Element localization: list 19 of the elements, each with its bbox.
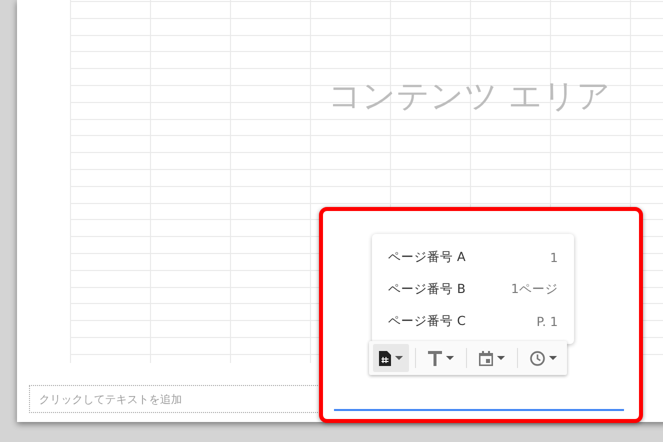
caret-icon (549, 356, 557, 360)
calendar-icon (479, 350, 493, 366)
content-area-label: コンテンツ エリア (328, 75, 610, 117)
text-icon (428, 350, 442, 366)
menu-item[interactable]: ページ番号 C P. 1 (372, 305, 574, 337)
caret-icon (446, 356, 454, 360)
menu-item-example: 1ページ (511, 280, 558, 298)
caret-icon (395, 356, 403, 360)
menu-item-label: ページ番号 B (388, 280, 466, 298)
menu-item-example: P. 1 (536, 314, 558, 328)
clock-icon (530, 350, 545, 366)
menu-item-label: ページ番号 C (388, 312, 466, 330)
menu-item-example: 1 (550, 250, 558, 264)
page-number-button[interactable] (373, 344, 409, 372)
menu-item-label: ページ番号 A (388, 248, 466, 266)
page-number-icon (379, 350, 391, 366)
menu-item[interactable]: ページ番号 A 1 (372, 241, 574, 273)
menu-item[interactable]: ページ番号 B 1ページ (372, 273, 574, 305)
caret-icon (497, 356, 505, 360)
